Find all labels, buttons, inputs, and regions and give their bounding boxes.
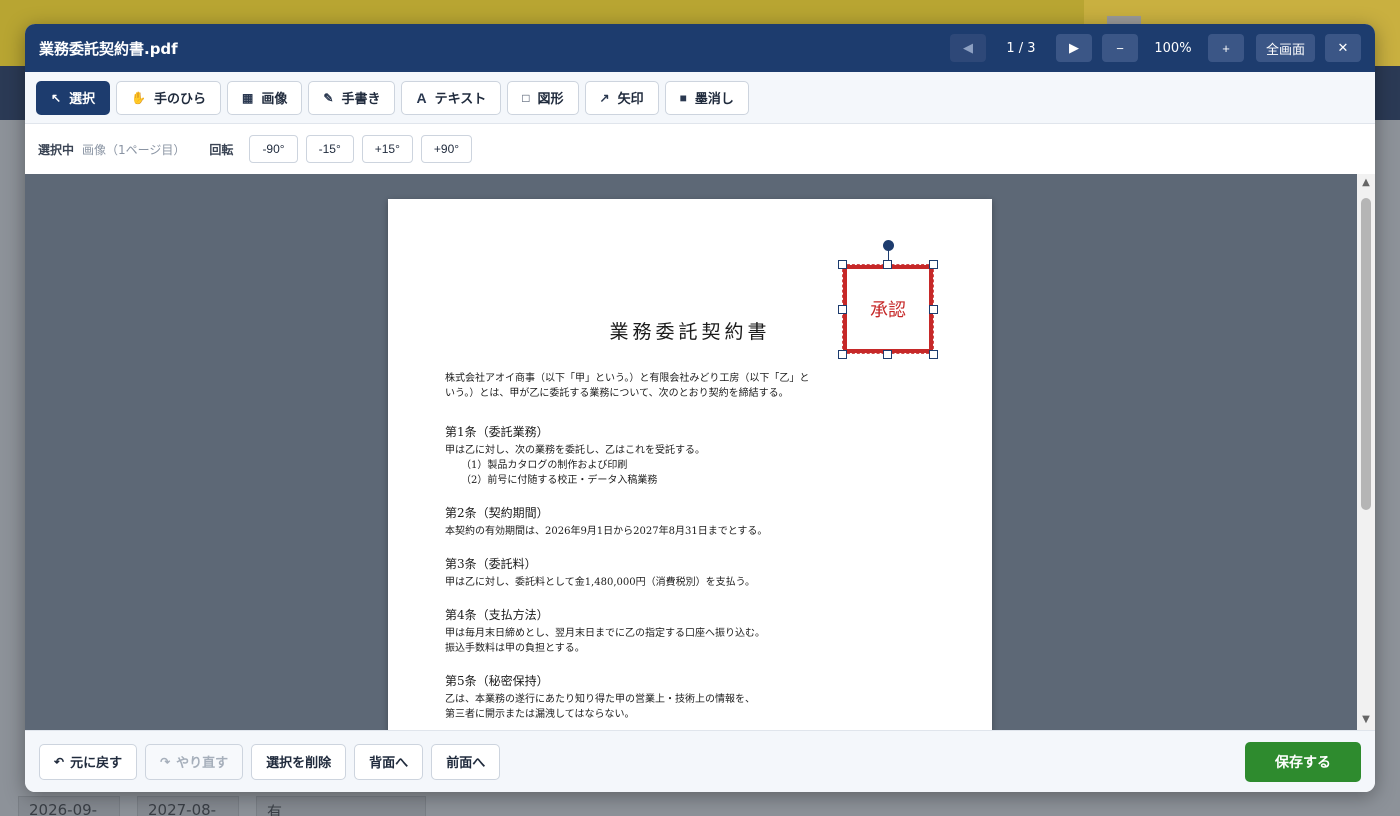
fullscreen-button[interactable]: 全画面 (1255, 34, 1315, 62)
modal-title: 業務委託契約書.pdf (39, 39, 178, 58)
pdf-page[interactable]: 業務委託契約書 承認 株式会社アオイ商事（以下「甲」という。）と有限会社みどり工… (388, 199, 992, 730)
document-viewer[interactable]: 業務委託契約書 承認 株式会社アオイ商事（以下「甲」という。）と有限会社みどり工… (25, 174, 1375, 730)
tool-label: 図形 (537, 91, 564, 106)
tool-arrow-button[interactable]: ↗ 矢印 (584, 80, 659, 115)
article-3-line-1: 甲は乙に対し、委託料として金1,480,000円（消費税別）を支払う。 (445, 577, 755, 588)
undo-button[interactable]: ↶ 元に戻す (39, 743, 138, 780)
tool-label: 矢印 (617, 91, 644, 106)
text-icon: A (416, 89, 427, 106)
selected-label: 選択中 (38, 142, 75, 157)
resize-handle-left[interactable] (838, 305, 847, 314)
modal-footer: ↶ 元に戻す ↷ やり直す 選択を削除 背面へ 前面へ 保存する (25, 730, 1375, 792)
tool-label: 墨消し (694, 91, 734, 106)
tool-label: 選択 (69, 91, 96, 106)
scroll-up-icon[interactable]: ▲ (1360, 177, 1372, 188)
article-2-line-1: 本契約の有効期間は、2026年9月1日から2027年8月31日までとする。 (445, 526, 768, 537)
selected-value: 画像（1ページ目） (82, 142, 186, 157)
selection-outline (842, 264, 934, 354)
hand-icon: ✋ (131, 90, 147, 105)
zoom-out-button[interactable]: − (1101, 34, 1138, 62)
background-field-start-date: 2026-09-01 (18, 796, 120, 816)
pdf-editor-modal: 業務委託契約書.pdf ◀ 1 / 3 ▶ − 100% + 全画面 ✕ ↖ 選択… (25, 24, 1375, 792)
article-5-heading: 第5条（秘密保持） (445, 674, 549, 688)
rotate-label: 回転 (209, 142, 234, 157)
background-field-end-date: 2027-08-31 (137, 796, 239, 816)
resize-handle-top[interactable] (883, 260, 892, 269)
background-field-flag: 有 (256, 796, 426, 816)
tool-label: 手のひら (154, 91, 207, 106)
tool-select-button[interactable]: ↖ 選択 (36, 80, 111, 115)
save-button[interactable]: 保存する (1245, 742, 1361, 782)
article-5-line-1: 乙は、本業務の遂行にあたり知り得た甲の営業上・技術上の情報を、 (445, 694, 755, 705)
article-2-heading: 第2条（契約期間） (445, 506, 549, 520)
tool-image-button[interactable]: ▦ 画像 (227, 80, 303, 115)
redo-icon: ↷ (160, 754, 171, 769)
article-1-line-2: （1）製品カタログの制作および印刷 (461, 460, 628, 471)
rotate-minus-15-button[interactable]: -15° (305, 135, 354, 163)
redact-icon: ■ (679, 90, 687, 105)
rotate-minus-90-button[interactable]: -90° (249, 135, 298, 163)
resize-handle-top-left[interactable] (838, 260, 847, 269)
viewer-scrollbar[interactable]: ▲ ▼ (1357, 174, 1375, 730)
next-page-button[interactable]: ▶ (1055, 34, 1092, 62)
redo-label: やり直す (176, 755, 229, 770)
modal-titlebar: 業務委託契約書.pdf ◀ 1 / 3 ▶ − 100% + 全画面 ✕ (25, 24, 1375, 72)
resize-handle-bottom-right[interactable] (929, 350, 938, 359)
tool-handwriting-button[interactable]: ✎ 手書き (308, 80, 396, 115)
zoom-in-button[interactable]: + (1207, 34, 1244, 62)
resize-handle-top-right[interactable] (929, 260, 938, 269)
tool-text-button[interactable]: A テキスト (401, 80, 502, 115)
article-1-line-3: （2）前号に付随する校正・データ入稿業務 (461, 475, 658, 486)
rectangle-icon: □ (522, 90, 530, 105)
bring-to-front-button[interactable]: 前面へ (431, 743, 501, 780)
article-4-heading: 第4条（支払方法） (445, 608, 549, 622)
tool-toolbar: ↖ 選択 ✋ 手のひら ▦ 画像 ✎ 手書き A テキスト □ 図形 ↗ 矢印 ■ 墨消し (25, 72, 1375, 124)
tool-shape-button[interactable]: □ 図形 (507, 80, 579, 115)
undo-icon: ↶ (54, 754, 65, 769)
arrow-icon: ↗ (599, 90, 610, 105)
rotate-plus-15-button[interactable]: +15° (361, 135, 413, 163)
delete-selection-button[interactable]: 選択を削除 (251, 743, 347, 780)
resize-handle-bottom-left[interactable] (838, 350, 847, 359)
zoom-level: 100% (1154, 40, 1192, 56)
send-to-back-button[interactable]: 背面へ (354, 743, 424, 780)
selection-options-bar: 選択中 画像（1ページ目） 回転 -90° -15° +15° +90° (25, 124, 1375, 174)
pencil-icon: ✎ (323, 90, 334, 105)
article-1-line-1: 甲は乙に対し、次の業務を委託し、乙はこれを受託する。 (445, 445, 705, 456)
rotate-plus-90-button[interactable]: +90° (420, 135, 473, 163)
tool-hand-button[interactable]: ✋ 手のひら (116, 80, 222, 115)
page-indicator: 1 / 3 (1006, 40, 1036, 56)
close-button[interactable]: ✕ (1325, 34, 1361, 62)
intro-line-1: 株式会社アオイ商事（以下「甲」という。）と有限会社みどり工房（以下「乙」と (445, 373, 810, 384)
resize-handle-right[interactable] (929, 305, 938, 314)
intro-line-2: いう。）とは、甲が乙に委託する業務について、次のとおり契約を締結する。 (445, 388, 789, 399)
redo-button[interactable]: ↷ やり直す (145, 743, 244, 780)
image-icon: ▦ (242, 90, 254, 105)
article-3-heading: 第3条（委託料） (445, 557, 537, 571)
article-5-line-2: 第三者に開示または漏洩してはならない。 (445, 709, 635, 720)
scroll-thumb[interactable] (1361, 198, 1371, 510)
scroll-down-icon[interactable]: ▼ (1360, 714, 1372, 725)
cursor-icon: ↖ (51, 90, 62, 105)
tool-label: 手書き (341, 91, 381, 106)
prev-page-button[interactable]: ◀ (949, 34, 986, 62)
article-4-line-1: 甲は毎月末日締めとし、翌月末日までに乙の指定する口座へ振り込む。 (445, 628, 765, 639)
article-4-line-2: 振込手数料は甲の負担とする。 (445, 643, 585, 654)
tool-redact-button[interactable]: ■ 墨消し (664, 80, 749, 115)
resize-handle-bottom[interactable] (883, 350, 892, 359)
tool-label: 画像 (261, 91, 288, 106)
rotation-handle[interactable] (883, 240, 894, 251)
tool-label: テキスト (434, 91, 487, 106)
undo-label: 元に戻す (70, 755, 123, 770)
article-1-heading: 第1条（委託業務） (445, 425, 549, 439)
